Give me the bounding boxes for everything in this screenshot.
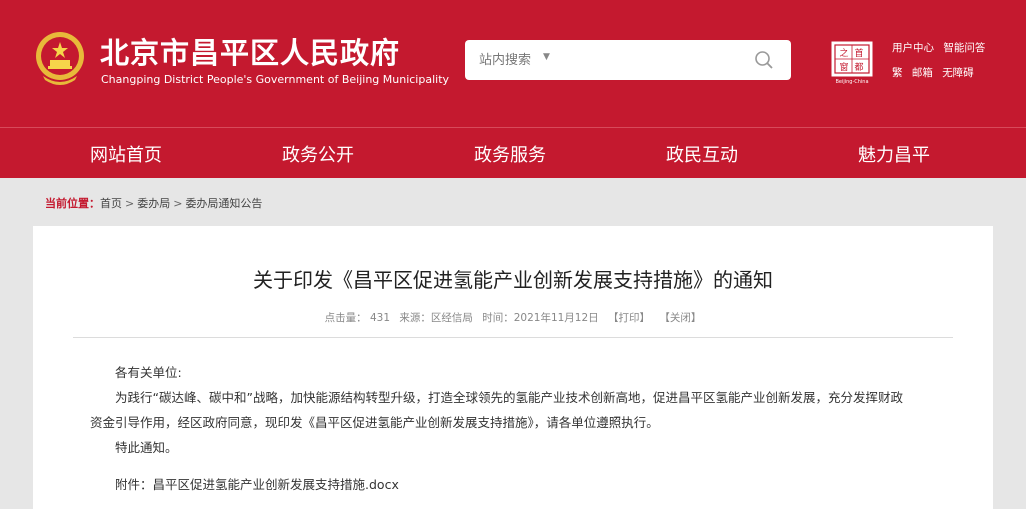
body-paragraph-line-1: 为践行“碳达峰、碳中和”战略，加快能源结构转型升级，打造全球领先的氢能产业技术创…: [115, 390, 903, 405]
breadcrumb: 当前位置：首页 > 委办局 > 委办局通知公告: [45, 195, 262, 211]
breadcrumb-label: 当前位置：: [45, 197, 100, 210]
logo-char-2: 都: [854, 62, 863, 73]
breadcrumb-separator: >: [125, 197, 135, 210]
article-panel: 关于印发《昌平区促进氢能产业创新发展支持措施》的通知 点击量： 431 来源：区…: [33, 226, 993, 509]
body-paragraph-line-2: 资金引导作用，经区政府同意，现印发《昌平区促进氢能产业创新发展支持措施》，请各单…: [90, 415, 659, 430]
search-box[interactable]: ▼: [465, 40, 791, 80]
breadcrumb-home[interactable]: 首页: [100, 197, 122, 210]
capital-window-logo[interactable]: 首 都 之 窗 Beijing-China: [831, 41, 873, 85]
hit-count: 点击量： 431: [324, 312, 391, 324]
traditional-chinese-link[interactable]: 繁: [892, 67, 903, 79]
header: 北京市昌平区人民政府 Changping District People's G…: [0, 0, 1026, 127]
salutation: 各有关单位:: [115, 365, 182, 380]
logo-char-1: 首: [854, 47, 863, 59]
logo-char-3: 之: [839, 47, 848, 59]
search-icon[interactable]: [754, 50, 774, 70]
article-meta: 点击量： 431 来源：区经信局 时间：2021年11月12日 【打印】 【关闭…: [33, 310, 993, 325]
national-emblem-icon: [36, 32, 84, 85]
breadcrumb-separator: >: [173, 197, 183, 210]
nav-government-services[interactable]: 政务服务: [474, 141, 546, 167]
nav-government-affairs[interactable]: 政务公开: [282, 141, 354, 167]
closing-line: 特此通知。: [115, 440, 178, 455]
site-title[interactable]: 北京市昌平区人民政府: [100, 30, 400, 72]
user-center-link[interactable]: 用户中心: [892, 42, 934, 54]
site-subtitle: Changping District People's Government o…: [101, 73, 450, 86]
article-title: 关于印发《昌平区促进氢能产业创新发展支持措施》的通知: [253, 268, 773, 292]
top-links-row-2: 繁 邮箱 无障碍: [892, 65, 980, 80]
nav-interaction[interactable]: 政民互动: [666, 141, 738, 167]
nav-home[interactable]: 网站首页: [90, 141, 162, 167]
nav-charming-changping[interactable]: 魅力昌平: [858, 141, 930, 167]
attachment-label: 附件：: [115, 477, 153, 492]
article-source: 来源：区经信局: [399, 312, 473, 324]
divider: [73, 337, 953, 338]
search-input[interactable]: [479, 50, 709, 70]
print-button[interactable]: 【打印】: [608, 312, 650, 324]
breadcrumb-bureaus[interactable]: 委办局: [137, 197, 170, 210]
top-links-row-1: 用户中心 智能问答: [892, 40, 991, 55]
attachment-file-link[interactable]: 昌平区促进氢能产业创新发展支持措施.docx: [153, 477, 399, 492]
attachment: 附件：昌平区促进氢能产业创新发展支持措施.docx: [115, 474, 399, 493]
logo-char-4: 窗: [839, 61, 848, 73]
breadcrumb-notices[interactable]: 委办局通知公告: [185, 197, 262, 210]
accessibility-link[interactable]: 无障碍: [942, 67, 974, 79]
close-button[interactable]: 【关闭】: [659, 312, 701, 324]
mailbox-link[interactable]: 邮箱: [912, 67, 933, 79]
main-nav: 网站首页 政务公开 政务服务 政民互动 魅力昌平: [0, 127, 1026, 178]
smart-qa-link[interactable]: 智能问答: [943, 42, 985, 54]
chevron-down-icon[interactable]: ▼: [543, 52, 550, 62]
logo-caption: Beijing-China: [835, 79, 868, 85]
publish-time: 时间：2021年11月12日: [482, 312, 599, 324]
